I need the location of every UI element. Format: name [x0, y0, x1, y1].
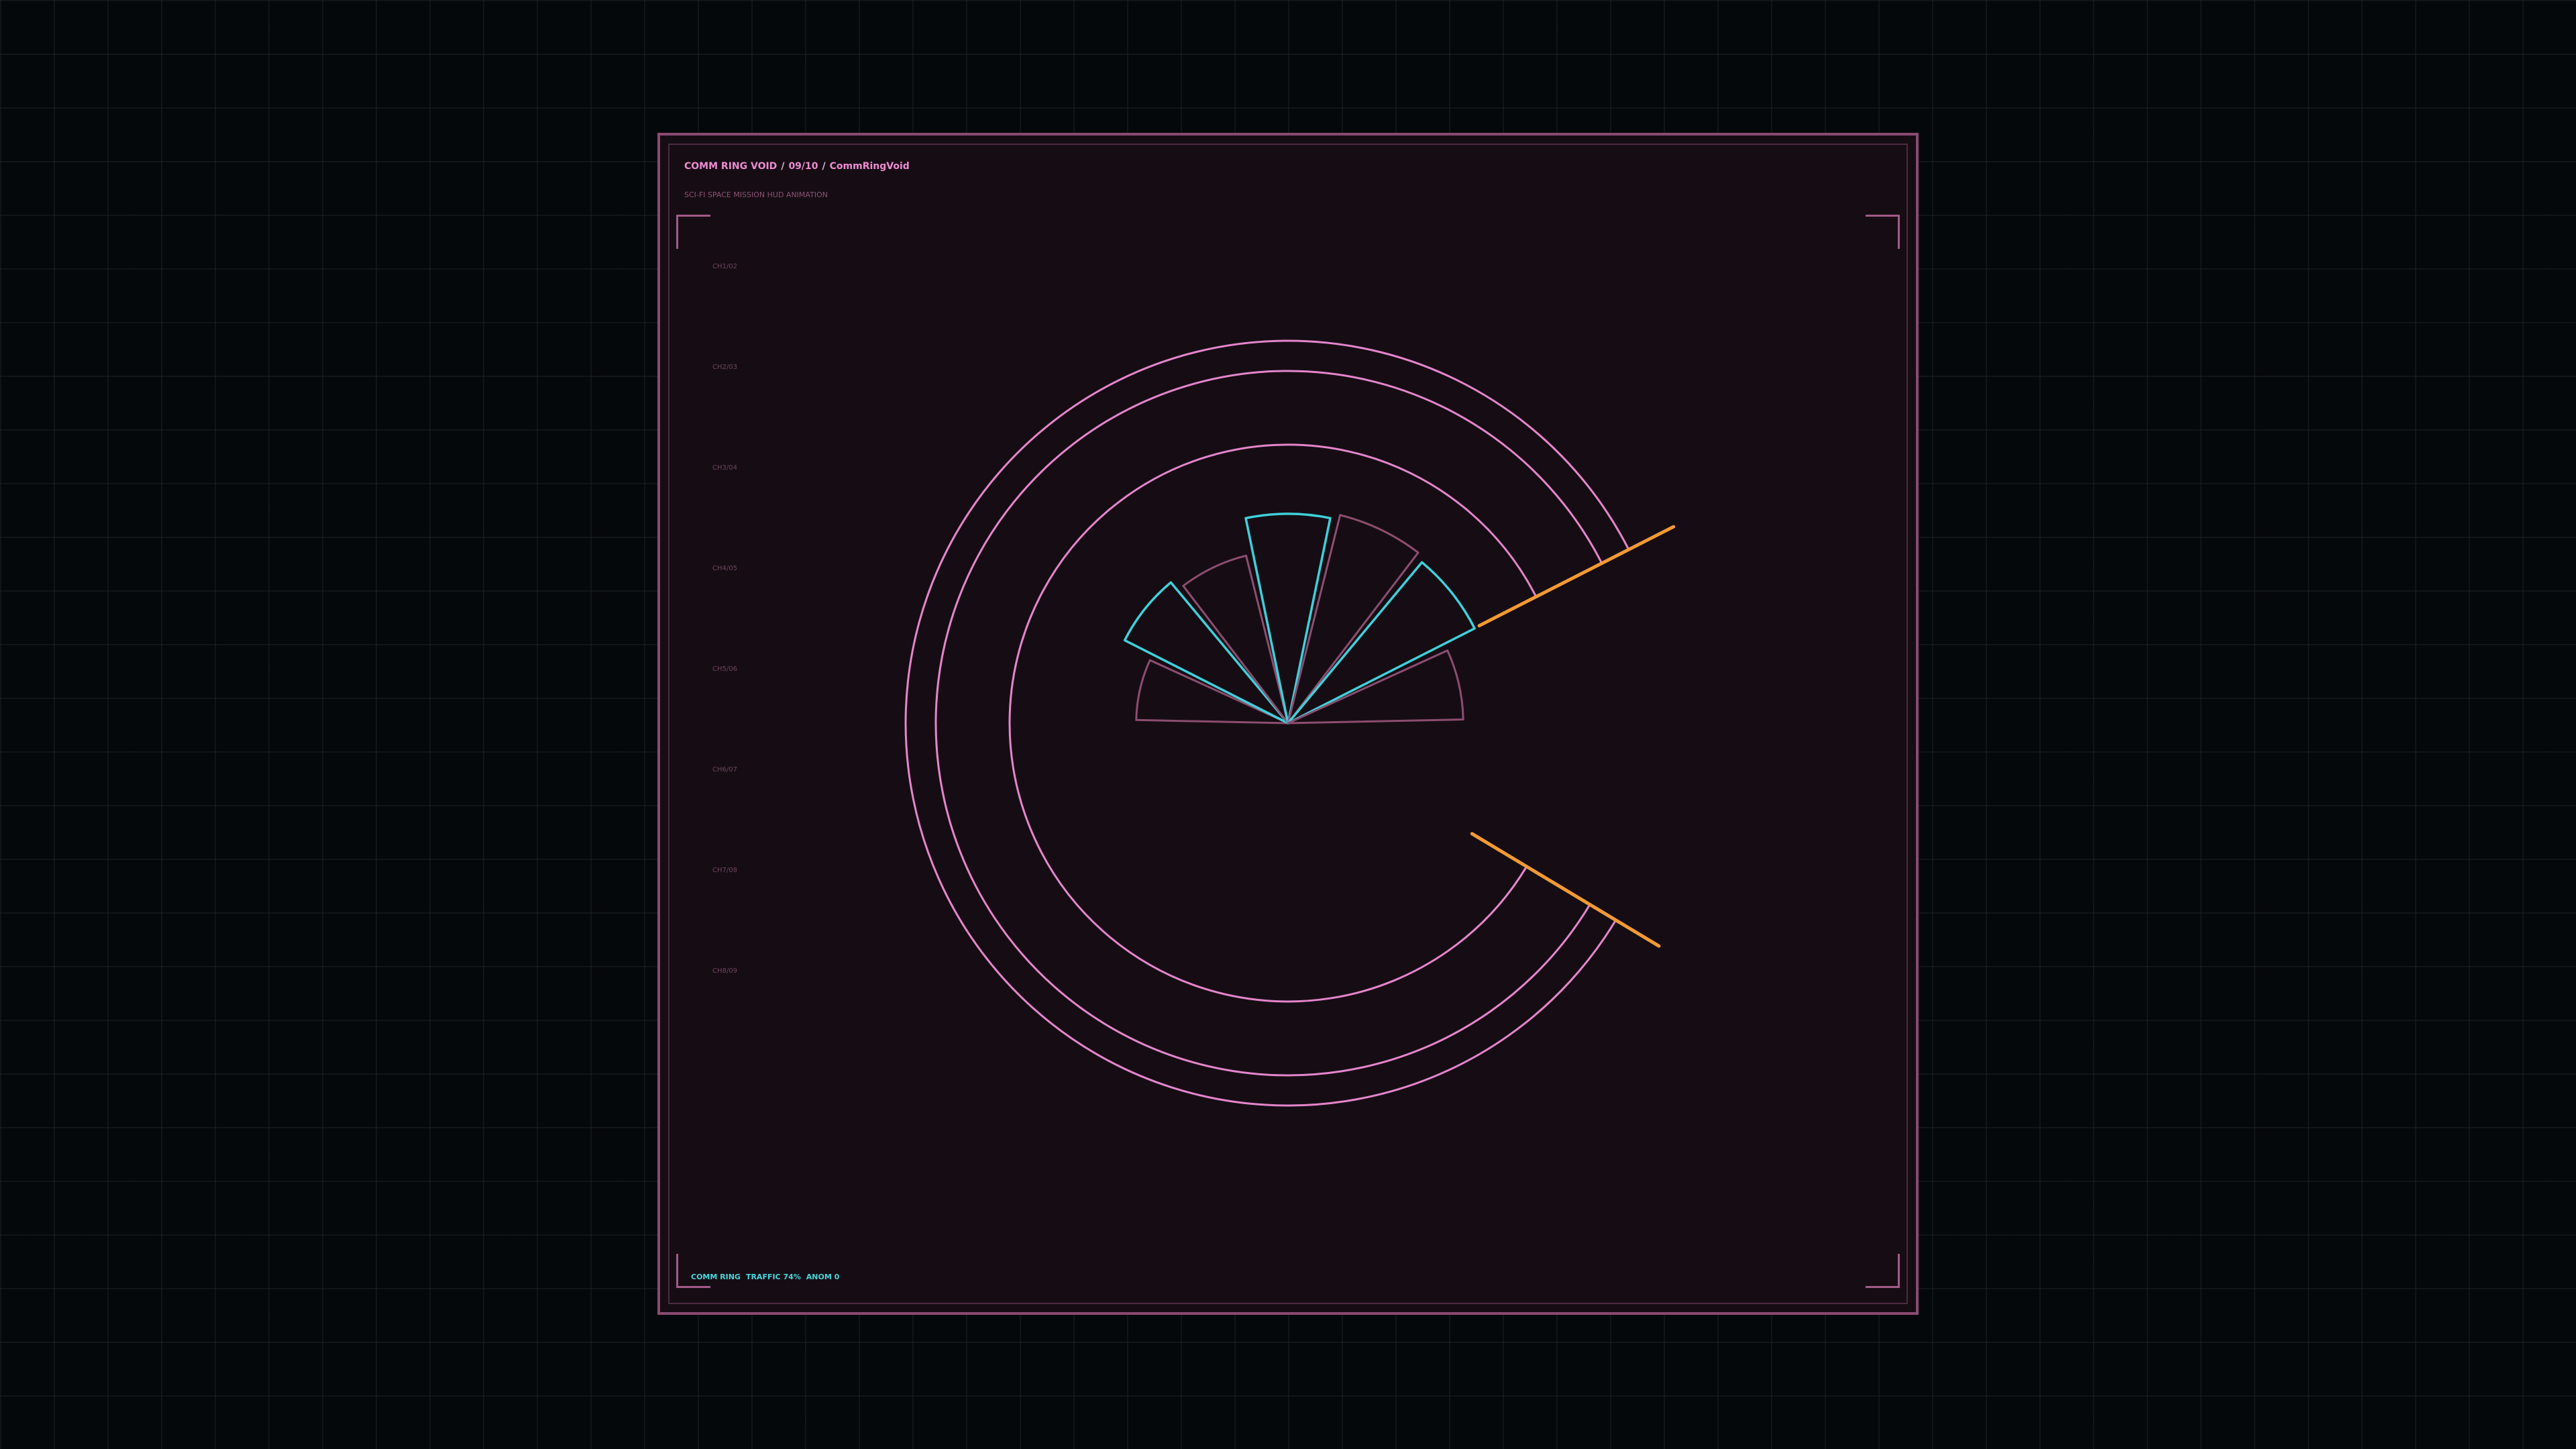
signal-wedge — [1287, 649, 1464, 724]
gap-markers — [1470, 525, 1676, 948]
gap-marker-lower — [1470, 832, 1661, 948]
signal-wedge — [1287, 514, 1419, 724]
signal-wedge — [1244, 513, 1332, 724]
comm-ring-visual — [904, 339, 1676, 1107]
signal-fan — [1123, 513, 1476, 724]
gap-marker-upper — [1477, 525, 1676, 628]
signal-wedge — [1182, 554, 1289, 724]
signal-wedge — [1135, 659, 1289, 724]
